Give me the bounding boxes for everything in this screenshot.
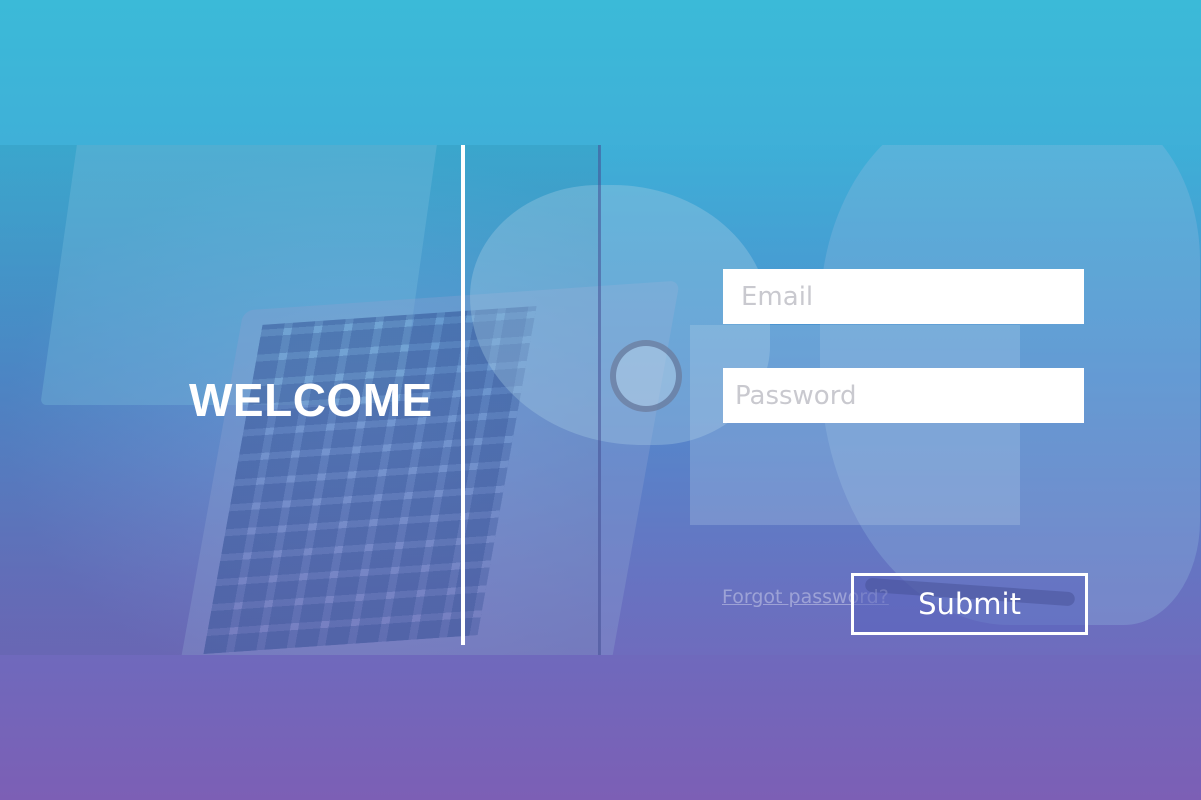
welcome-heading: WELCOME: [189, 374, 433, 426]
password-input[interactable]: [723, 368, 1084, 423]
vertical-divider: [461, 145, 465, 645]
photo-watch: [610, 340, 682, 412]
photo-edge-line: [598, 145, 601, 655]
email-input[interactable]: [723, 269, 1084, 324]
photo-paper: [690, 325, 1020, 525]
submit-button[interactable]: Submit: [851, 573, 1088, 635]
